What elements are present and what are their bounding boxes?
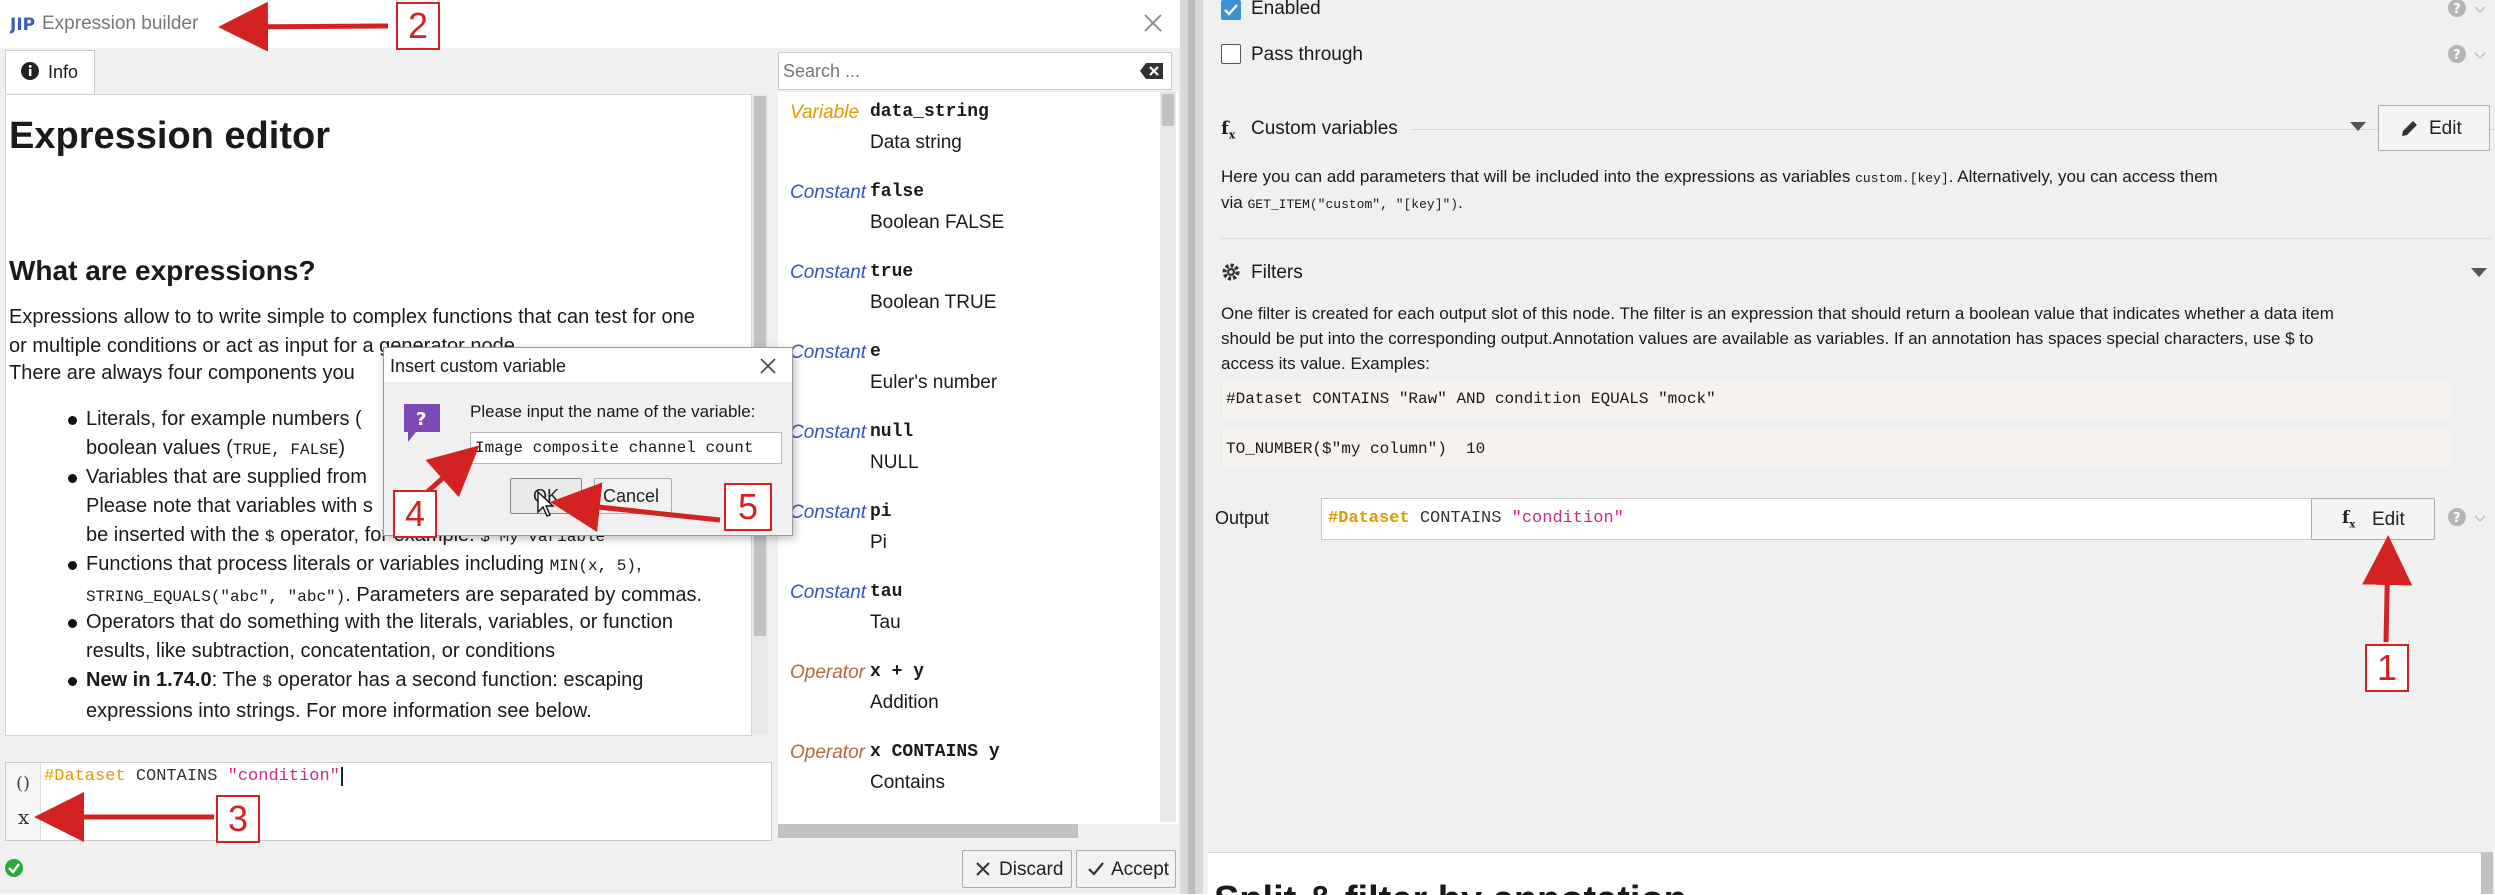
annotation-label-3: 3 bbox=[216, 795, 260, 843]
annotation-label-4: 4 bbox=[393, 490, 437, 538]
annotation-label-1: 1 bbox=[2365, 644, 2409, 692]
annotation-arrow-4 bbox=[423, 445, 480, 498]
annotation-label-5: 5 bbox=[724, 483, 772, 531]
annotation-label-2: 2 bbox=[396, 2, 440, 50]
annotation-arrows bbox=[34, 1, 2413, 842]
annotation-arrow-2 bbox=[218, 1, 389, 52]
annotation-arrow-5 bbox=[550, 482, 721, 533]
annotation-arrow-1 bbox=[2362, 535, 2413, 643]
